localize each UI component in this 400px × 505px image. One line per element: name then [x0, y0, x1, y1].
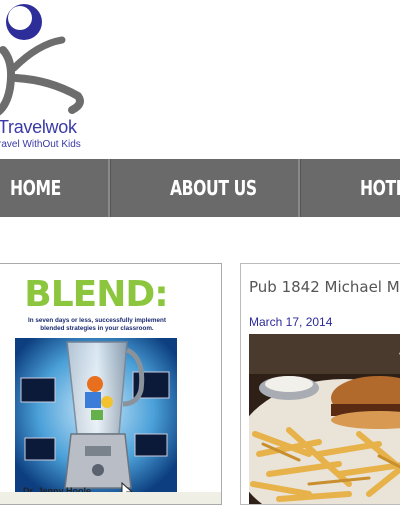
burger-and-fries-photo-icon [249, 334, 400, 504]
book-title: BLEND: [24, 274, 168, 315]
nav-divider [108, 159, 111, 217]
nav-home[interactable]: HOME [10, 159, 61, 217]
nav-about-us[interactable]: ABOUT US [170, 159, 257, 217]
post-photo[interactable] [249, 334, 400, 504]
book-cover[interactable]: BLEND: In seven days or less, successful… [15, 270, 177, 504]
book-widget-footer [0, 492, 221, 504]
blender-illustration-icon [15, 338, 177, 498]
logo-tagline: ravel WithOut Kids [0, 139, 81, 150]
nav-divider [298, 159, 301, 217]
post-date[interactable]: March 17, 2014 [249, 315, 332, 329]
book-subtitle: In seven days or less, successfully impl… [28, 317, 166, 332]
main-nav: HOME ABOUT US HOTEL [0, 159, 400, 217]
logo-name: Travelwok [0, 117, 77, 137]
book-widget: BLEND: In seven days or less, successful… [0, 263, 222, 505]
travelwok-figure-logo-icon [0, 4, 84, 116]
site-logo[interactable]: Travelwok ravel WithOut Kids [0, 0, 110, 158]
post-title[interactable]: Pub 1842 Michael M [249, 278, 400, 296]
nav-hotel[interactable]: HOTEL [360, 159, 400, 217]
post-card: Pub 1842 Michael M March 17, 2014 [240, 263, 400, 505]
